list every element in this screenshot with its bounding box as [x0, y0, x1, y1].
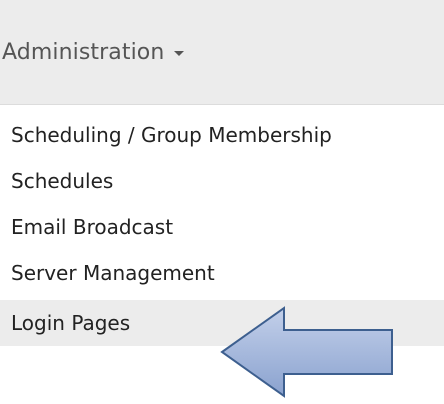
- menu-item-scheduling-group-membership[interactable]: Scheduling / Group Membership: [0, 112, 444, 158]
- admin-menu-screenshot: Administration Scheduling / Group Member…: [0, 0, 444, 404]
- menu-item-email-broadcast[interactable]: Email Broadcast: [0, 204, 444, 250]
- menu-item-label: Scheduling / Group Membership: [11, 123, 332, 147]
- menu-item-label: Schedules: [11, 169, 114, 193]
- menu-item-label: Server Management: [11, 261, 215, 285]
- menu-item-login-pages[interactable]: Login Pages: [0, 300, 444, 346]
- administration-dropdown-toggle[interactable]: Administration: [2, 34, 185, 70]
- top-navbar: Administration: [0, 0, 444, 105]
- administration-dropdown-label: Administration: [2, 39, 165, 65]
- menu-item-label: Login Pages: [11, 311, 131, 335]
- caret-down-icon: [174, 51, 185, 56]
- administration-dropdown-menu: Scheduling / Group Membership Schedules …: [0, 112, 444, 372]
- menu-item-schedules[interactable]: Schedules: [0, 158, 444, 204]
- menu-item-server-management[interactable]: Server Management: [0, 250, 444, 296]
- menu-item-label: Email Broadcast: [11, 215, 174, 239]
